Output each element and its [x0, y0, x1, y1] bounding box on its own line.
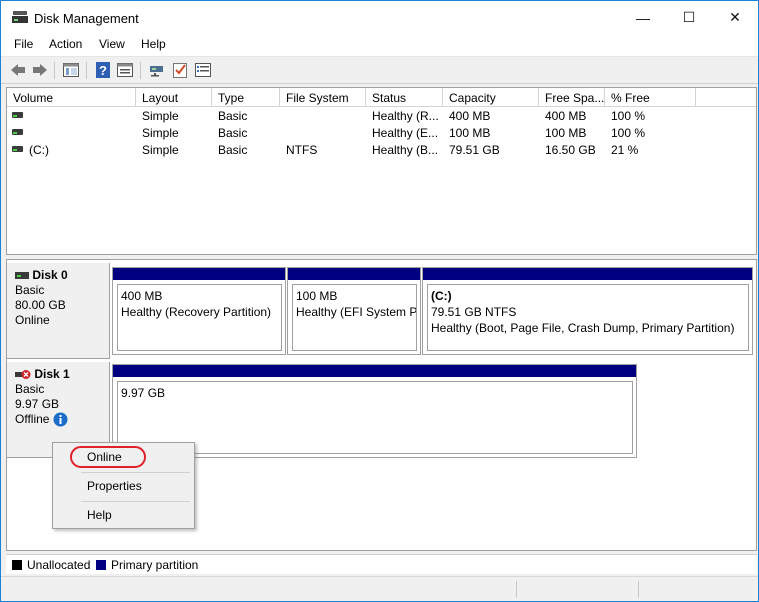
cell-type: Basic: [218, 126, 248, 140]
minimize-button[interactable]: —: [620, 1, 666, 34]
svg-text:?: ?: [99, 63, 107, 78]
forward-arrow-icon[interactable]: [31, 61, 49, 79]
cell-percent-free: 21 %: [611, 143, 639, 157]
list-view-icon[interactable]: [194, 61, 212, 79]
drive-icon: [12, 112, 23, 118]
partition-status: Healthy (EFI System Pa: [296, 305, 417, 319]
menu-bar: File Action View Help: [1, 34, 758, 56]
maximize-button[interactable]: ☐: [666, 1, 712, 34]
cell-type: Basic: [218, 143, 248, 157]
disk-name: Disk 1: [34, 367, 70, 381]
column-header-layout[interactable]: Layout: [136, 88, 212, 107]
legend-label-primary: Primary partition: [111, 558, 199, 572]
toolbar-separator: [140, 62, 141, 79]
status-separator: [516, 581, 517, 598]
context-menu-help[interactable]: Help: [87, 508, 112, 522]
cell-status: Healthy (E...: [372, 126, 439, 140]
partition-recovery[interactable]: 400 MB Healthy (Recovery Partition): [112, 267, 286, 355]
cell-volume: (C:): [29, 143, 49, 157]
column-header-type[interactable]: Type: [212, 88, 280, 107]
primary-partition-bar: [113, 365, 636, 377]
partition-size: 100 MB: [296, 289, 338, 303]
status-separator: [638, 581, 639, 598]
column-header-capacity[interactable]: Capacity: [443, 88, 539, 107]
column-header-filler: [696, 88, 756, 107]
primary-partition-bar: [288, 268, 420, 280]
info-icon[interactable]: [53, 412, 68, 427]
partition-efi[interactable]: 100 MB Healthy (EFI System Pa: [287, 267, 421, 355]
cell-layout: Simple: [142, 143, 179, 157]
legend-label-unallocated: Unallocated: [27, 558, 91, 572]
show-hide-tree-icon[interactable]: [62, 61, 80, 79]
back-arrow-icon[interactable]: [9, 61, 27, 79]
disk-offline-icon: [15, 370, 31, 380]
partition-status: Healthy (Boot, Page File, Crash Dump, Pr…: [431, 321, 735, 335]
cell-percent-free: 100 %: [611, 126, 646, 140]
cell-layout: Simple: [142, 126, 179, 140]
primary-partition-bar: [113, 268, 285, 280]
properties-icon[interactable]: [116, 61, 134, 79]
disk-name: Disk 0: [32, 268, 68, 282]
disk-kind: Basic: [15, 283, 45, 297]
disk-size: 80.00 GB: [15, 298, 66, 312]
disk-kind: Basic: [15, 382, 45, 396]
disk-size: 9.97 GB: [15, 397, 60, 411]
cell-percent-free: 100 %: [611, 109, 646, 123]
partition-status: Healthy (Recovery Partition): [121, 305, 272, 319]
window-title: Disk Management: [34, 11, 139, 26]
context-menu-online[interactable]: Online: [87, 450, 122, 464]
toolbar-separator: [54, 62, 55, 79]
disk-management-app-icon: [12, 11, 28, 23]
legend-swatch-unallocated: [12, 560, 22, 570]
cell-layout: Simple: [142, 109, 179, 123]
context-menu: Online Properties Help: [52, 442, 195, 529]
drive-icon: [12, 129, 23, 135]
toolbar: ?: [1, 56, 758, 84]
column-header-percent-free[interactable]: % Free: [605, 88, 696, 107]
volume-list[interactable]: Volume Layout Type File System Status Ca…: [6, 87, 757, 255]
disk-0-label[interactable]: Disk 0 Basic 80.00 GB Online: [7, 263, 110, 359]
help-icon[interactable]: ?: [94, 61, 112, 79]
partition-label: (C:): [431, 289, 452, 303]
connect-icon[interactable]: [148, 61, 166, 79]
partition-c-drive[interactable]: (C:) 79.51 GB NTFS Healthy (Boot, Page F…: [422, 267, 753, 355]
cell-status: Healthy (B...: [372, 143, 439, 157]
menu-separator: [81, 501, 190, 502]
disk-state: Online: [15, 313, 50, 327]
menu-help[interactable]: Help: [141, 37, 166, 51]
context-menu-properties[interactable]: Properties: [87, 479, 142, 493]
disk-icon: [15, 271, 29, 279]
partition-size: 79.51 GB NTFS: [431, 305, 517, 319]
checklist-icon[interactable]: [171, 61, 189, 79]
cell-free-space: 16.50 GB: [545, 143, 596, 157]
column-header-volume[interactable]: Volume: [7, 88, 136, 107]
column-header-free-space[interactable]: Free Spa...: [539, 88, 605, 107]
close-button[interactable]: ✕: [712, 1, 758, 34]
column-header-file-system[interactable]: File System: [280, 88, 366, 107]
status-bar: [1, 576, 758, 601]
partition-size: 9.97 GB: [121, 386, 166, 400]
legend-swatch-primary: [96, 560, 106, 570]
cell-free-space: 100 MB: [545, 126, 587, 140]
drive-icon: [12, 146, 23, 152]
cell-type: Basic: [218, 109, 248, 123]
cell-free-space: 400 MB: [545, 109, 587, 123]
partition-size: 400 MB: [121, 289, 163, 303]
legend: Unallocated Primary partition: [6, 554, 757, 574]
menu-view[interactable]: View: [99, 37, 125, 51]
menu-file[interactable]: File: [14, 37, 33, 51]
cell-status: Healthy (R...: [372, 109, 439, 123]
cell-capacity: 100 MB: [449, 126, 491, 140]
disk-management-window: Disk Management — ☐ ✕ File Action View H…: [0, 0, 759, 602]
primary-partition-bar: [423, 268, 752, 280]
title-bar: Disk Management — ☐ ✕: [1, 1, 758, 34]
toolbar-separator: [86, 62, 87, 79]
cell-file-system: NTFS: [286, 143, 318, 157]
disk-state: Offline: [15, 412, 50, 426]
cell-capacity: 400 MB: [449, 109, 491, 123]
menu-action[interactable]: Action: [49, 37, 82, 51]
column-header-status[interactable]: Status: [366, 88, 443, 107]
menu-separator: [81, 472, 190, 473]
cell-capacity: 79.51 GB: [449, 143, 500, 157]
